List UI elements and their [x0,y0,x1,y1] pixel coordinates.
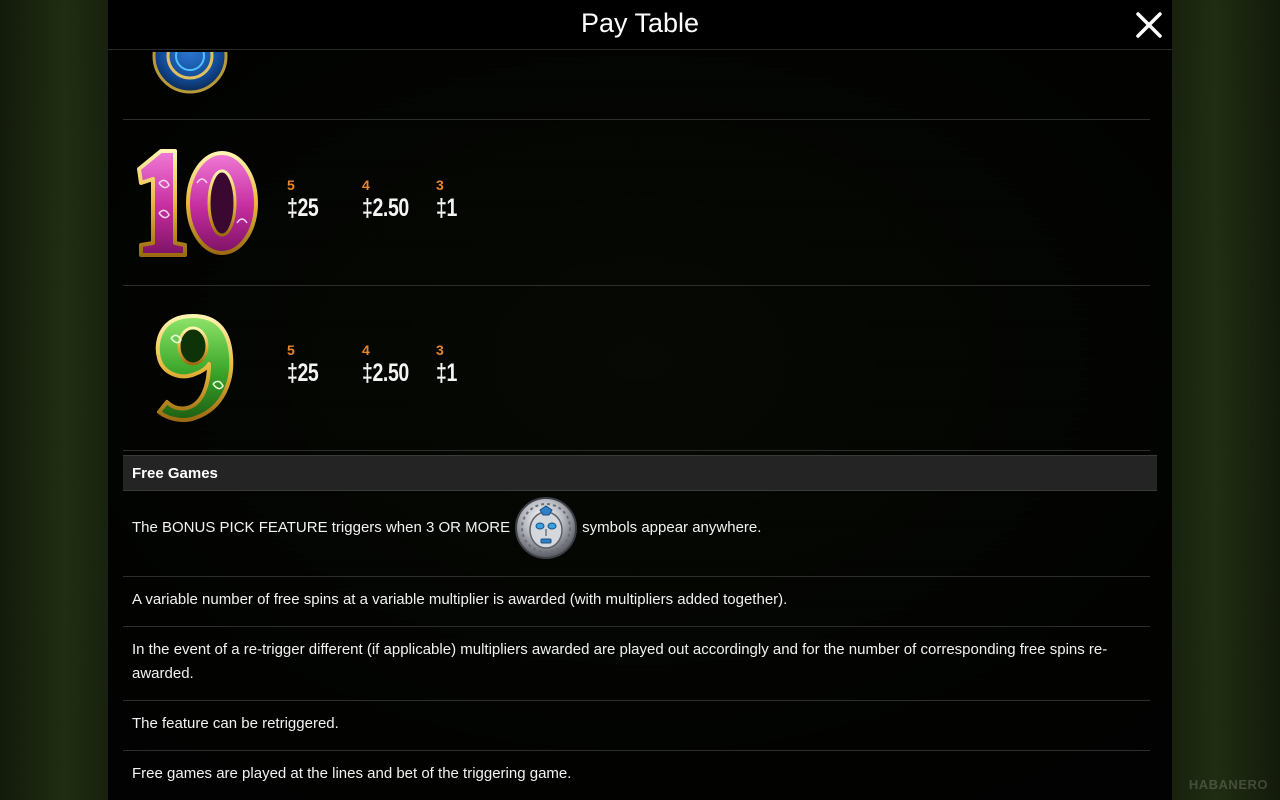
ten-symbol-icon [129,143,263,261]
rule-row: Free games are played at the lines and b… [123,751,1150,800]
pay-count: 5 [287,342,295,358]
pay-value: ‡1 [436,194,457,222]
pay-entry: 5 ‡25 [287,342,327,388]
pay-value: ‡1 [436,359,457,387]
pay-entry: 3 ‡1 [436,177,463,223]
paytable-row-10: 5 ‡25 4 ‡2.50 3 ‡1 [123,121,1150,286]
background-pillar-left [0,0,108,800]
trigger-text-after: symbols appear anywhere. [582,519,762,536]
pay-value: ‡2.50 [362,194,409,222]
paytable-header: Pay Table [108,0,1172,50]
free-games-section-header: Free Games [123,455,1157,491]
paytable-content[interactable]: 5 ‡25 4 ‡2.50 3 ‡1 5 ‡25 4 ‡2.50 3 ‡1 Fr… [123,0,1157,800]
pay-entry: 5 ‡25 [287,177,327,223]
rule-text: In the event of a re-trigger different (… [132,641,1108,682]
rule-text: The BONUS PICK FEATURE triggers when 3 O… [132,496,761,560]
pay-entry: 4 ‡2.50 [362,177,422,223]
rule-text: Free games are played at the lines and b… [132,765,572,782]
rule-text: A variable number of free spins at a var… [132,591,788,608]
rule-text: The feature can be retriggered. [132,715,339,732]
nine-symbol-icon [129,308,263,426]
close-button[interactable] [1132,8,1166,42]
pay-count: 4 [362,177,370,193]
brand-watermark: HABANERO [1188,777,1268,792]
pay-value: ‡25 [287,359,319,387]
page-title: Pay Table [580,8,700,38]
pay-count: 4 [362,342,370,358]
rule-row: The feature can be retriggered. [123,701,1150,751]
pay-count: 5 [287,177,295,193]
background-pillar-right [1172,0,1280,800]
rule-row: A variable number of free spins at a var… [123,577,1150,627]
pay-count: 3 [436,342,444,358]
section-title: Free Games [132,465,218,482]
pay-value: ‡25 [287,194,319,222]
pay-value: ‡2.50 [362,359,409,387]
silver-mask-coin-icon [514,496,578,560]
paytable-row-9: 5 ‡25 4 ‡2.50 3 ‡1 [123,286,1150,451]
rule-row: In the event of a re-trigger different (… [123,627,1150,701]
trigger-text-before: The BONUS PICK FEATURE triggers when 3 O… [132,519,511,536]
pay-count: 3 [436,177,444,193]
partial-coin-symbol-icon [151,52,229,94]
pay-entry: 4 ‡2.50 [362,342,422,388]
close-icon[interactable] [1132,8,1166,42]
pay-entry: 3 ‡1 [436,342,463,388]
rule-row-trigger: The BONUS PICK FEATURE triggers when 3 O… [123,491,1150,577]
